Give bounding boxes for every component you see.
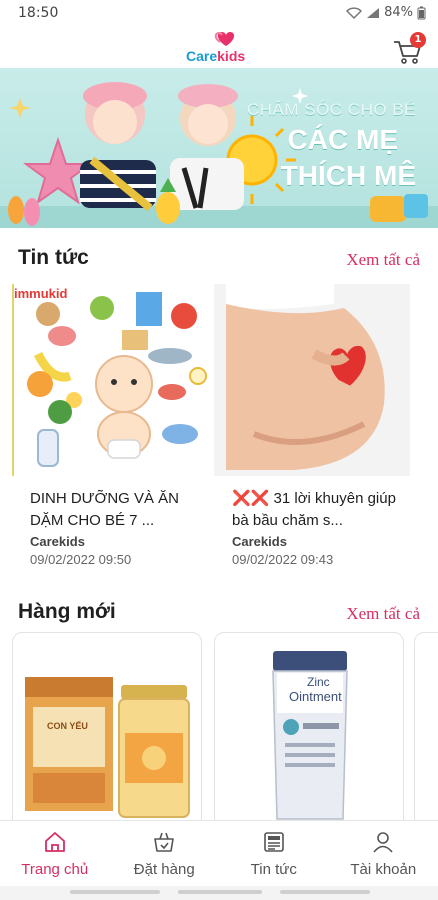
user-icon xyxy=(373,832,393,853)
new-products-section-title: Hàng mới xyxy=(18,600,116,623)
news-see-all-link[interactable]: Xem tất cả xyxy=(346,250,420,270)
logo-text: Carekids xyxy=(186,48,245,64)
baby-food-illustration xyxy=(12,284,208,476)
carekids-logo[interactable]: Carekids xyxy=(186,28,252,66)
banner-text-line2: CÁC MẸ xyxy=(287,124,398,155)
product-tube-label-2: Ointment xyxy=(289,689,342,704)
news-thumbnail xyxy=(214,284,410,476)
gesture-segment xyxy=(280,890,370,894)
news-source: Carekids xyxy=(232,534,287,549)
product-image xyxy=(272,651,348,820)
product-image xyxy=(25,677,190,818)
new-products-see-all-link[interactable]: Xem tất cả xyxy=(346,604,420,624)
bottom-navigation: Trang chủ Đặt hàng Tin tức Tài khoản xyxy=(0,820,438,886)
gesture-segment xyxy=(178,890,262,894)
news-section-title: Tin tức xyxy=(18,246,89,269)
status-icons: 84% xyxy=(346,5,426,20)
product-card[interactable] xyxy=(414,632,438,832)
nav-item-account[interactable]: Tài khoản xyxy=(329,821,438,886)
nav-item-home[interactable]: Trang chủ xyxy=(0,821,110,886)
basket-icon xyxy=(154,832,175,852)
nav-label: Đặt hàng xyxy=(133,861,195,878)
news-title: DINH DƯỠNG VÀ ĂN DẶM CHO BÉ 7 ... xyxy=(30,490,180,529)
signal-icon xyxy=(367,7,380,18)
new-products-section-header: Hàng mới Xem tất cả xyxy=(0,598,438,628)
nav-label: Trang chủ xyxy=(21,861,89,878)
system-gesture-bar xyxy=(0,886,438,900)
product-tube-label-1: Zinc xyxy=(307,675,330,689)
status-bar: 18:50 84% xyxy=(0,0,438,28)
status-time: 18:50 xyxy=(18,5,59,21)
news-source: Carekids xyxy=(30,534,85,549)
banner-text-line3: THÍCH MÊ xyxy=(280,160,416,191)
pregnant-belly-illustration xyxy=(214,284,410,476)
banner-text-line1: CHĂM SÓC CHO BÉ xyxy=(246,100,416,119)
nav-item-news[interactable]: Tin tức xyxy=(219,821,329,886)
logo-text-care: Care xyxy=(186,48,218,64)
news-card[interactable]: ❌❌ 31 lời khuyên giúp bà bầu chăm s... C… xyxy=(214,284,410,574)
battery-percent: 84% xyxy=(384,5,413,20)
wifi-icon xyxy=(346,6,363,19)
cart-badge: 1 xyxy=(410,32,426,48)
news-title: ❌❌ 31 lời khuyên giúp bà bầu chăm s... xyxy=(232,490,396,529)
product-card[interactable]: Zinc Ointment xyxy=(214,632,404,832)
news-card[interactable]: immukid DINH DƯỠNG VÀ ĂN DẶM CHO BÉ 7 ..… xyxy=(12,284,208,574)
news-brand-overlay: immukid xyxy=(14,286,68,301)
battery-icon xyxy=(417,6,426,19)
news-date: 09/02/2022 09:43 xyxy=(232,552,334,567)
nav-label: Tin tức xyxy=(250,861,297,878)
news-section-header: Tin tức Xem tất cả xyxy=(0,244,438,274)
news-thumbnail: immukid xyxy=(12,284,208,476)
cart-button[interactable]: 1 xyxy=(392,32,426,64)
promo-banner[interactable]: CHĂM SÓC CHO BÉ CÁC MẸ THÍCH MÊ xyxy=(0,68,438,228)
nav-item-orders[interactable]: Đặt hàng xyxy=(110,821,220,886)
product-box-label: CON YẾU xyxy=(47,721,88,731)
product-card[interactable]: CON YẾU xyxy=(12,632,202,832)
gesture-segment xyxy=(70,890,160,894)
news-date: 09/02/2022 09:50 xyxy=(30,552,132,567)
nav-label: Tài khoản xyxy=(350,861,417,878)
news-icon xyxy=(263,832,284,852)
logo-heart-icon xyxy=(214,31,235,46)
logo-text-kids: kids xyxy=(217,48,246,64)
home-icon xyxy=(44,832,65,852)
app-header: Carekids 1 xyxy=(0,28,438,68)
